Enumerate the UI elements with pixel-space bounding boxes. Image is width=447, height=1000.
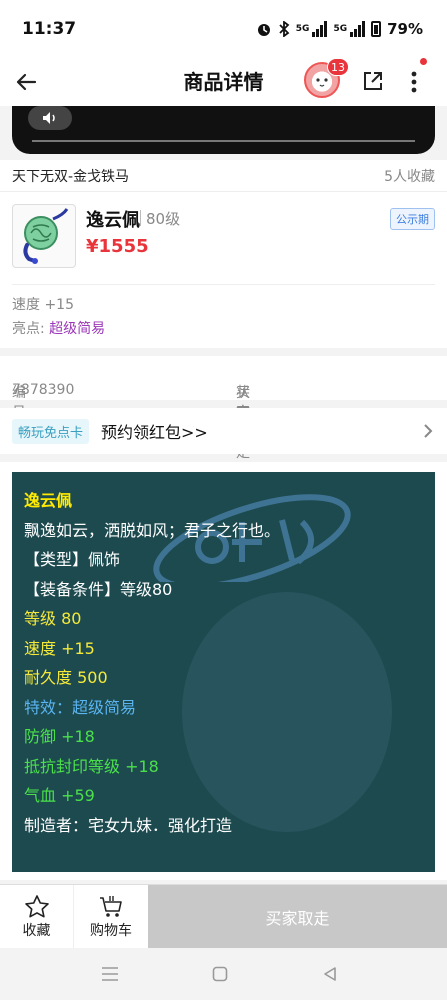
desc-durability: 耐久度 500: [24, 668, 108, 687]
item-price: ¥1555: [86, 236, 149, 257]
jade-pendant-icon: [23, 208, 69, 264]
speed-label: 速度: [12, 297, 40, 313]
desc-type: 【类型】佩饰: [24, 550, 121, 569]
highlight-label: 亮点:: [12, 321, 45, 337]
public-period-badge: 公示期: [390, 208, 435, 230]
back-button[interactable]: [8, 64, 44, 100]
server-name: 天下无双-金戈铁马: [12, 168, 130, 185]
info-row: 编 号: 7878390 状 态: 买家取走: [0, 356, 447, 461]
status-bar: 11:37 5G 5G 79%: [0, 0, 447, 58]
description-section: 逸云佩 飘逸如云，洒脱如风；君子之行也。 【类型】佩饰 【装备条件】等级80 等…: [0, 462, 447, 880]
cart-icon: [100, 896, 122, 917]
highlight-value: 超级简易: [49, 321, 106, 337]
desc-flavor: 飘逸如云，洒脱如风；君子之行也。: [24, 520, 281, 540]
share-external-icon: [364, 72, 382, 90]
desc-defense: 防御 +18: [24, 727, 95, 746]
volume-button[interactable]: [28, 106, 72, 130]
cart-button[interactable]: 购物车: [74, 885, 148, 949]
favorite-button[interactable]: 收藏: [0, 885, 74, 949]
cart-label: 购物车: [90, 923, 132, 939]
desc-hp: 气血 +59: [24, 786, 95, 805]
server-row: 天下无双-金戈铁马 5人收藏: [0, 160, 447, 192]
bluetooth-icon: [279, 21, 290, 37]
more-vertical-icon: [411, 71, 417, 93]
desc-seal-resist: 抵抗封印等级 +18: [24, 756, 159, 776]
video-progress-bar[interactable]: [32, 140, 415, 142]
speed-stat: 速度 +15: [12, 294, 74, 314]
star-icon: [24, 895, 49, 918]
menu-nav-button[interactable]: [98, 962, 122, 986]
promo-text: 预约领红包>>: [101, 423, 208, 442]
item-name: 逸云佩: [86, 210, 140, 231]
more-options-button[interactable]: [400, 64, 428, 100]
nav-bar: 商品详情 13: [0, 58, 447, 106]
bottom-action-bar: 收藏 购物车 买家取走: [0, 884, 447, 949]
status-icons: 5G 5G 79%: [256, 20, 423, 38]
signal-icon-2: [350, 21, 366, 37]
alarm-icon: [257, 24, 270, 36]
share-button[interactable]: [358, 66, 388, 96]
item-level: 80级: [139, 210, 181, 228]
divider: [12, 284, 435, 285]
video-player[interactable]: [12, 106, 435, 154]
id-value: 7878390: [12, 382, 75, 398]
battery-icon: [371, 21, 382, 37]
item-image[interactable]: [12, 204, 76, 268]
message-count-badge: 13: [327, 58, 349, 76]
signal-icon: [312, 21, 328, 37]
desc-title: 逸云佩: [24, 491, 73, 510]
promo-row[interactable]: 畅玩免点卡 预约领红包>>: [0, 408, 447, 454]
home-nav-button[interactable]: [208, 962, 232, 986]
speed-value: +15: [44, 297, 74, 313]
status-time: 11:37: [22, 19, 77, 39]
item-summary: 逸云佩 80级 公示期 ¥1555 速度 +15 亮点: 超级简易: [0, 192, 447, 348]
favorite-label: 收藏: [22, 923, 51, 939]
arrow-left-icon: [16, 73, 37, 91]
triangle-back-icon: [324, 967, 336, 981]
battery-percent: 79%: [387, 20, 423, 38]
description-box: 逸云佩 飘逸如云，洒脱如风；君子之行也。 【类型】佩饰 【装备条件】等级80 等…: [12, 472, 435, 872]
speaker-icon: [43, 112, 55, 124]
notification-dot: [420, 58, 427, 65]
desc-speed: 速度 +15: [24, 638, 95, 658]
network-5g-label-2: 5G: [333, 24, 348, 34]
highlight-stat: 亮点: 超级简易: [12, 318, 105, 338]
menu-icon: [102, 967, 118, 981]
home-square-icon: [212, 966, 228, 982]
chevron-right-icon: [423, 420, 433, 444]
desc-level: 等级 80: [24, 609, 82, 628]
system-nav-bar: [0, 948, 447, 1000]
desc-maker: 制造者：宅女九妹．强化打造: [24, 815, 233, 835]
desc-requirement: 【装备条件】等级80: [24, 579, 173, 599]
favorites-count: 5人收藏: [384, 168, 435, 185]
desc-effect: 特效：超级简易: [24, 697, 137, 717]
promo-badge: 畅玩免点卡: [12, 418, 90, 444]
back-nav-button[interactable]: [318, 962, 342, 986]
network-5g-label: 5G: [295, 24, 310, 34]
buyer-taken-button[interactable]: 买家取走: [148, 885, 447, 949]
